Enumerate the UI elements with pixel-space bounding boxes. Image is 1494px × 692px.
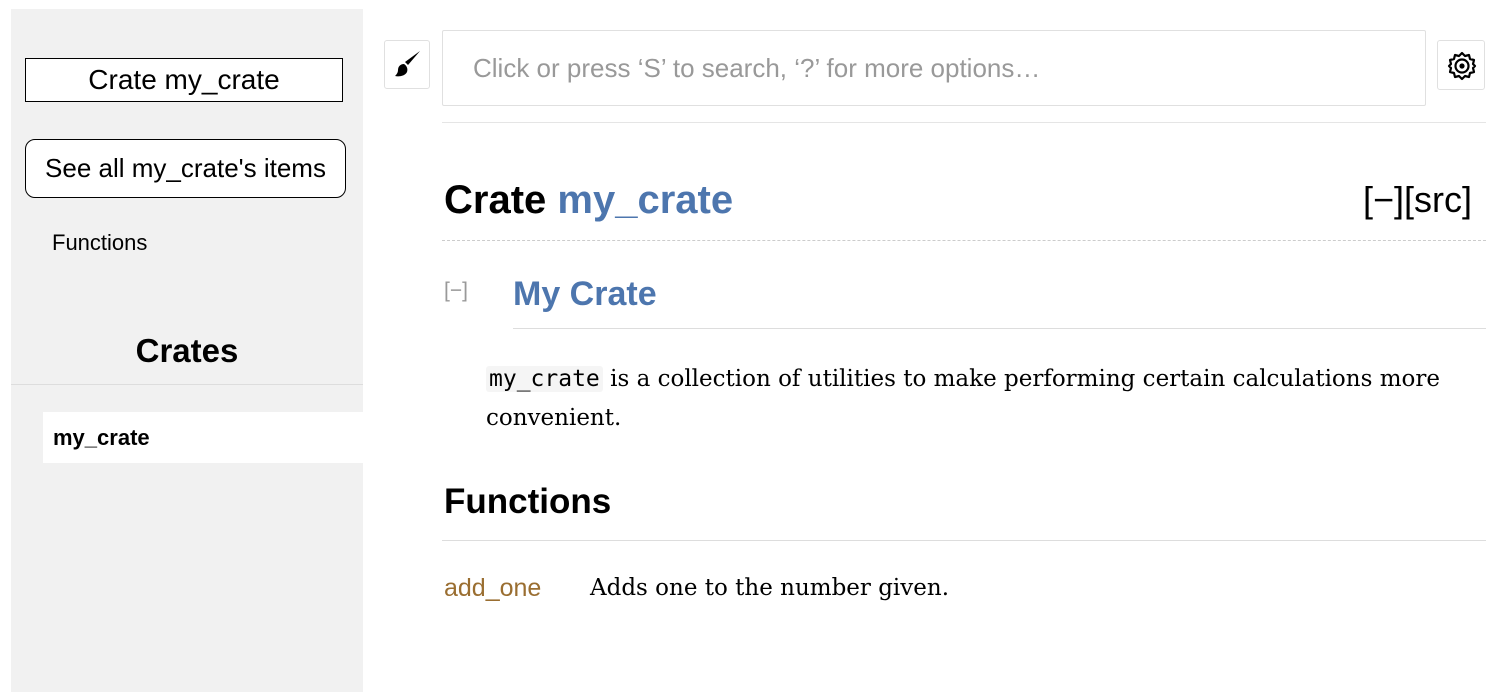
crates-heading: Crates (135, 332, 239, 369)
doc-collapse-toggle[interactable]: [−] (444, 278, 468, 304)
functions-divider (442, 540, 1486, 541)
top-divider (442, 122, 1486, 123)
settings-button[interactable] (1437, 40, 1485, 90)
function-description: Adds one to the number given. (590, 575, 950, 601)
doc-heading-divider (513, 328, 1486, 329)
rustdoc-page: Crate my_crate See all my_crate's items … (0, 0, 1494, 692)
page-title-crate-name[interactable]: my_crate (557, 178, 733, 222)
doc-heading: My Crate (513, 275, 657, 313)
sidebar-crate-title[interactable]: Crate my_crate (25, 58, 343, 102)
gear-icon (1447, 51, 1477, 81)
paintbrush-icon (395, 51, 420, 77)
function-link-add-one[interactable]: add_one (444, 571, 541, 605)
doc-text: is a collection of utilities to make per… (486, 366, 1440, 431)
see-all-items-button[interactable]: See all my_crate's items (25, 139, 346, 198)
sidebar-item-functions[interactable]: Functions (52, 229, 147, 257)
sidebar: Crate my_crate See all my_crate's items … (11, 9, 363, 692)
doc-inline-code: my_crate (486, 366, 603, 392)
page-title-prefix: Crate (444, 178, 558, 222)
title-divider (442, 240, 1486, 241)
search-input[interactable] (442, 30, 1426, 106)
page-title: Crate my_crate (444, 176, 733, 224)
crate-list-item-my-crate[interactable]: my_crate (43, 412, 363, 463)
collapse-all-toggle[interactable]: [−] (1363, 179, 1404, 220)
title-controls: [−][src] (1363, 176, 1472, 224)
crates-divider (11, 384, 363, 385)
src-link[interactable]: [src] (1404, 179, 1472, 220)
functions-heading: Functions (444, 482, 612, 521)
theme-picker-button[interactable] (384, 40, 430, 89)
doc-paragraph: my_crate is a collection of utilities to… (486, 360, 1476, 438)
table-row: add_one Adds one to the number given. (444, 571, 1484, 605)
